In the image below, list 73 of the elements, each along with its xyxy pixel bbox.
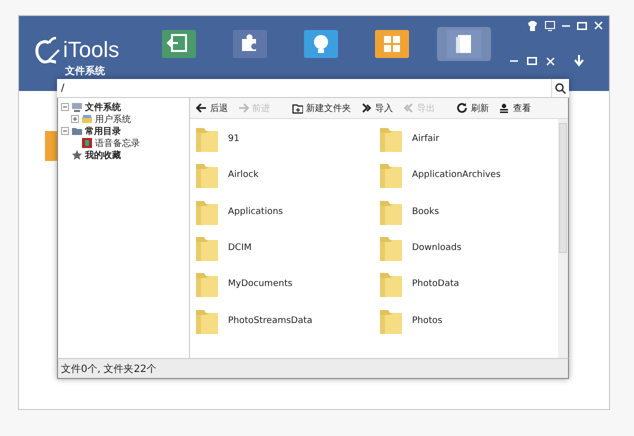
close-icon — [594, 21, 603, 30]
grid-icon — [375, 30, 409, 58]
maximize-icon — [577, 22, 587, 30]
toolbar-tile[interactable] — [437, 27, 491, 61]
monitor-icon — [545, 20, 555, 30]
maximize-button[interactable] — [577, 19, 587, 32]
folder-name[interactable]: ApplicationArchives — [412, 170, 501, 180]
toolbar-button[interactable]: 查看 — [497, 102, 533, 114]
import-arrow-icon — [361, 102, 372, 114]
toolbar-button[interactable]: 刷新 — [455, 102, 491, 114]
tree-item[interactable]: 用户系统 — [95, 112, 131, 126]
tree-item[interactable]: 语音备忘录 — [95, 136, 140, 150]
new-folder-icon — [292, 102, 303, 114]
close-icon — [546, 56, 555, 66]
status-text: 文件0个, 文件夹22个 — [61, 362, 156, 376]
folder-name[interactable]: DCIM — [228, 243, 252, 254]
toolbar-tile[interactable] — [161, 29, 197, 59]
plus-icon — [72, 116, 78, 122]
folder-name[interactable]: Applications — [228, 206, 283, 217]
tree-item[interactable]: 我的收藏 — [85, 148, 121, 162]
folder-icon — [71, 125, 83, 137]
document-icon — [447, 30, 481, 58]
toolbar-tile[interactable] — [303, 29, 339, 59]
back-arrow-icon — [196, 102, 207, 114]
forward-arrow-icon — [238, 102, 249, 114]
star-icon — [71, 149, 83, 161]
folder-name[interactable]: MyDocuments — [228, 279, 292, 290]
close-button[interactable] — [546, 56, 555, 66]
folder-name[interactable]: Downloads — [412, 243, 462, 254]
folder-name[interactable]: PhotoStreamsData — [228, 316, 312, 326]
folder-name[interactable]: PhotoData — [412, 279, 460, 290]
drive-icon — [81, 113, 93, 125]
folder-name[interactable]: 91 — [228, 134, 240, 144]
refresh-icon — [457, 102, 468, 114]
folder-name[interactable]: Airfair — [412, 134, 440, 144]
person-list-icon — [499, 102, 510, 114]
toolbar-tile[interactable] — [232, 29, 268, 59]
search-button[interactable] — [551, 79, 569, 97]
toolbar-tile[interactable] — [374, 29, 410, 59]
download-icon — [574, 55, 584, 67]
monitor-button[interactable] — [545, 19, 555, 32]
memo-icon — [81, 137, 93, 149]
toolbar-button[interactable]: 导入 — [359, 102, 395, 114]
scrollbar-thumb[interactable] — [559, 123, 567, 253]
scrollbar[interactable] — [558, 119, 568, 358]
minimize-icon — [510, 60, 518, 62]
app-subtitle: 文件系统 — [65, 64, 106, 78]
tree-item[interactable]: 文件系统 — [85, 100, 121, 114]
collapse-toggle[interactable] — [61, 127, 69, 135]
puzzle-icon — [233, 30, 267, 58]
exit-icon — [162, 30, 196, 58]
folder-name[interactable]: Photos — [412, 316, 442, 326]
shirt-button[interactable] — [527, 19, 538, 32]
export-arrow-icon — [403, 102, 414, 114]
folder-name[interactable]: Books — [412, 206, 440, 217]
toolbar-button[interactable]: 后退 — [194, 102, 230, 114]
apple-logo-icon — [35, 36, 61, 64]
collapse-toggle[interactable] — [61, 103, 69, 111]
tree-item[interactable]: 常用目录 — [85, 124, 121, 138]
computer-icon — [71, 101, 83, 113]
minus-icon — [62, 128, 68, 134]
minus-icon — [62, 104, 68, 110]
lightbulb-icon — [304, 30, 338, 58]
close-button[interactable] — [594, 19, 603, 32]
expand-toggle[interactable] — [71, 115, 79, 123]
minimize-icon — [562, 24, 570, 26]
maximize-button[interactable] — [527, 57, 537, 65]
maximize-icon — [527, 57, 537, 65]
app-name: iTools — [63, 37, 120, 63]
shirt-icon — [527, 20, 538, 30]
toolbar-button[interactable]: 新建文件夹 — [290, 102, 353, 114]
search-icon — [555, 82, 566, 94]
folder-name[interactable]: Airlock — [228, 170, 259, 180]
